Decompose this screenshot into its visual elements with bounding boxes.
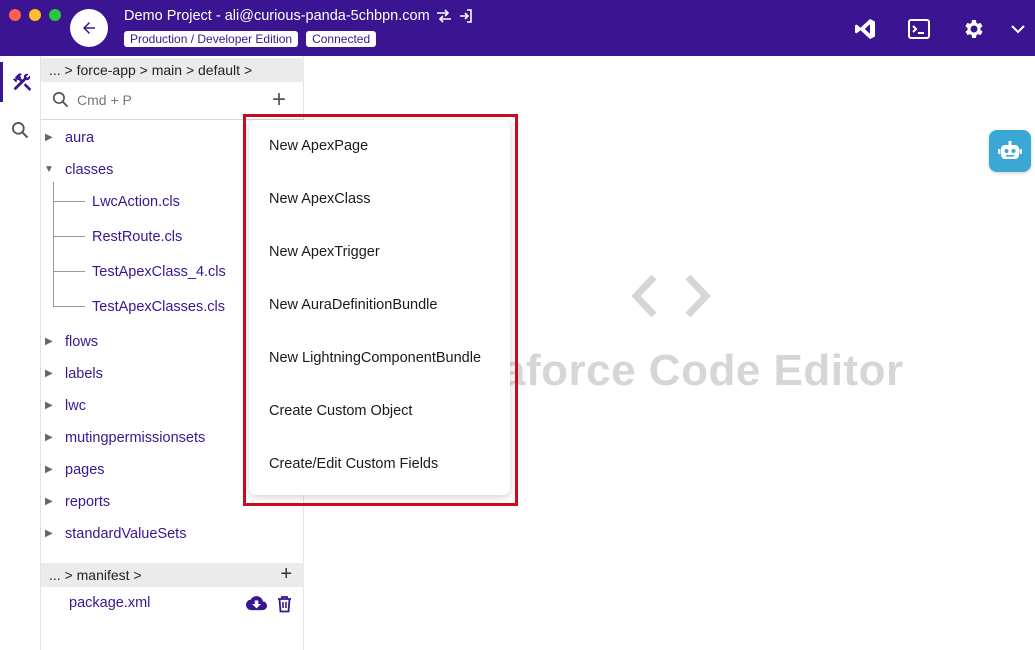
caret-right-icon[interactable]: ▶	[45, 336, 53, 347]
folder-pages[interactable]: pages	[65, 462, 105, 478]
new-file-menu: New ApexPage New ApexClass New ApexTrigg…	[249, 120, 510, 495]
robot-icon	[998, 141, 1022, 159]
folder-mutingpermissionsets[interactable]: mutingpermissionsets	[65, 430, 205, 446]
caret-right-icon[interactable]: ▶	[45, 528, 53, 539]
file-package-xml[interactable]: package.xml	[69, 595, 150, 611]
activity-bar	[0, 56, 41, 650]
org-badges: Production / Developer Edition Connected	[124, 31, 377, 47]
caret-down-icon[interactable]: ▼	[44, 164, 54, 175]
menu-item-new-apextrigger[interactable]: New ApexTrigger	[249, 226, 510, 279]
close-window-button[interactable]	[9, 9, 21, 21]
chevron-down-icon[interactable]	[1005, 16, 1031, 42]
menu-item-create-custom-object[interactable]: Create Custom Object	[249, 385, 510, 438]
menu-item-new-apexpage[interactable]: New ApexPage	[249, 120, 510, 173]
search-input[interactable]	[77, 90, 257, 110]
connection-status-badge: Connected	[306, 31, 377, 47]
add-file-button[interactable]: +	[272, 86, 286, 114]
tree-branch-line	[53, 271, 85, 272]
search-icon	[51, 90, 70, 114]
caret-right-icon[interactable]: ▶	[45, 432, 53, 443]
folder-reports[interactable]: reports	[65, 494, 110, 510]
edition-badge: Production / Developer Edition	[124, 31, 299, 47]
project-title: Demo Project - ali@curious-panda-5chbpn.…	[124, 8, 430, 24]
caret-right-icon[interactable]: ▶	[45, 368, 53, 379]
folder-flows[interactable]: flows	[65, 334, 98, 350]
menu-item-create-edit-custom-fields[interactable]: Create/Edit Custom Fields	[249, 438, 510, 491]
menu-item-new-auradefinitionbundle[interactable]: New AuraDefinitionBundle	[249, 279, 510, 332]
folder-classes[interactable]: classes	[65, 162, 113, 178]
manifest-breadcrumb[interactable]: ... > manifest > +	[41, 563, 304, 587]
delete-icon[interactable]	[277, 595, 292, 618]
login-icon[interactable]	[458, 8, 474, 24]
code-brackets-icon	[630, 271, 712, 326]
assistant-button[interactable]	[989, 130, 1031, 172]
caret-right-icon[interactable]: ▶	[45, 400, 53, 411]
file-testapexclasses[interactable]: TestApexClasses.cls	[92, 299, 225, 315]
tools-icon[interactable]	[0, 62, 40, 102]
maximize-window-button[interactable]	[49, 9, 61, 21]
folder-labels[interactable]: labels	[65, 366, 103, 382]
manifest-breadcrumb-label: ... > manifest >	[49, 567, 142, 583]
folder-lwc[interactable]: lwc	[65, 398, 86, 414]
terminal-icon[interactable]	[906, 16, 932, 42]
breadcrumb[interactable]: ... > force-app > main > default >	[41, 58, 304, 82]
folder-standardvaluesets[interactable]: standardValueSets	[65, 526, 186, 542]
folder-aura[interactable]: aura	[65, 130, 94, 146]
tree-branch-line	[53, 306, 85, 307]
arrow-left-icon	[83, 22, 95, 34]
editor-watermark: aforce Code Editor	[501, 346, 904, 395]
caret-right-icon[interactable]: ▶	[45, 464, 53, 475]
cloud-download-icon[interactable]	[246, 595, 267, 618]
window-title: Demo Project - ali@curious-panda-5chbpn.…	[124, 8, 474, 24]
menu-item-new-lightningcomponentbundle[interactable]: New LightningComponentBundle	[249, 332, 510, 385]
tree-branch-line	[53, 201, 85, 202]
file-restroute[interactable]: RestRoute.cls	[92, 229, 182, 245]
minimize-window-button[interactable]	[29, 9, 41, 21]
gear-icon[interactable]	[961, 16, 987, 42]
title-bar: Demo Project - ali@curious-panda-5chbpn.…	[0, 0, 1035, 56]
swap-org-icon[interactable]	[436, 9, 452, 23]
tree-branch-line	[53, 236, 85, 237]
add-manifest-button[interactable]: +	[280, 563, 292, 585]
file-lwcaction[interactable]: LwcAction.cls	[92, 194, 180, 210]
caret-right-icon[interactable]: ▶	[45, 132, 53, 143]
file-testapexclass-4[interactable]: TestApexClass_4.cls	[92, 264, 226, 280]
menu-item-new-apexclass[interactable]: New ApexClass	[249, 173, 510, 226]
caret-right-icon[interactable]: ▶	[45, 496, 53, 507]
vscode-icon[interactable]	[852, 16, 878, 42]
search-icon[interactable]	[0, 110, 40, 150]
back-button[interactable]	[70, 9, 108, 47]
